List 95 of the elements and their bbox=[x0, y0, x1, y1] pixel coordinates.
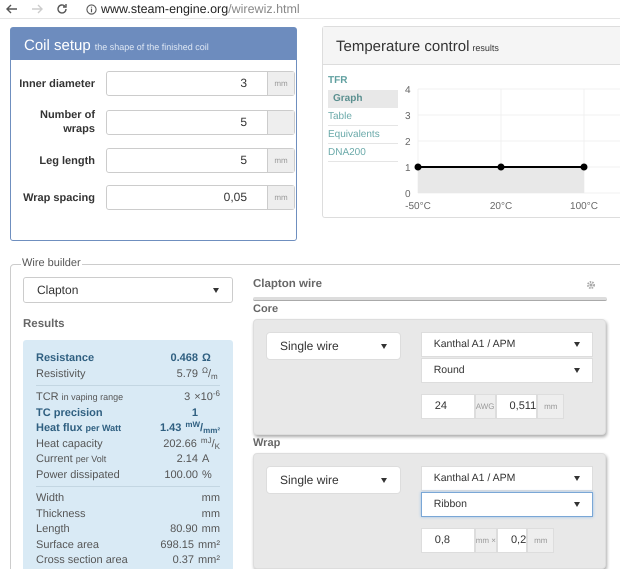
profile-select[interactable]: Ribbon bbox=[420, 492, 593, 517]
caret-icon bbox=[574, 476, 580, 481]
unit-label: mm bbox=[267, 149, 294, 172]
caret-icon bbox=[574, 502, 580, 507]
result-unit: $^{Ω}$/$_{m}$ bbox=[202, 366, 218, 382]
caret-icon bbox=[380, 478, 387, 482]
unit-label: mm bbox=[267, 72, 294, 95]
field-label: Inner diameter bbox=[18, 76, 95, 90]
result-value: 1 bbox=[190, 406, 198, 421]
result-value: 100.00 bbox=[163, 468, 198, 483]
info-icon[interactable] bbox=[86, 4, 97, 14]
axis-label: -50°C bbox=[405, 201, 431, 212]
result-note: per Watt bbox=[85, 422, 122, 436]
result-label: Thickness bbox=[36, 506, 86, 522]
result-label: TCR bbox=[36, 390, 59, 406]
caret-icon bbox=[574, 342, 580, 347]
data-point bbox=[414, 164, 422, 170]
address-field[interactable]: www.steam-engine.org/wirewiz.html bbox=[101, 0, 300, 18]
result-unit: mm bbox=[202, 506, 220, 522]
field-label: Leg length bbox=[38, 154, 95, 168]
data-point bbox=[498, 164, 504, 170]
result-unit: % bbox=[202, 468, 212, 483]
field-label: Wrap spacing bbox=[22, 190, 95, 204]
field-label: Number of wraps bbox=[39, 108, 95, 136]
axis-label: 0 bbox=[405, 189, 411, 200]
results-heading: Results bbox=[23, 317, 66, 332]
result-value: 698.15 bbox=[159, 538, 194, 553]
section-title: Wrap bbox=[253, 436, 282, 449]
wire-type-select[interactable]: Clapton bbox=[23, 277, 233, 304]
result-value: 202.66 bbox=[162, 436, 197, 452]
result-label: Width bbox=[36, 491, 64, 506]
construction-select[interactable]: Single wire bbox=[266, 466, 401, 494]
back-icon[interactable] bbox=[6, 4, 18, 14]
result-value: 1.43 bbox=[158, 421, 182, 436]
construction-select[interactable]: Single wire bbox=[266, 332, 401, 360]
dimension-field[interactable]: 0,8 bbox=[420, 528, 475, 553]
result-label: Heat capacity bbox=[36, 436, 103, 452]
result-value: 0.468 bbox=[169, 351, 198, 366]
result-unit: A bbox=[202, 452, 210, 468]
result-value: 5.79 bbox=[176, 366, 198, 382]
editor-title: Clapton wire bbox=[253, 277, 322, 292]
number-field[interactable]: 0,05 mm bbox=[106, 185, 295, 210]
result-label: Cross section area bbox=[36, 553, 128, 568]
result-unit: ×10$^{-6}$ bbox=[194, 389, 220, 406]
result-unit: mm bbox=[202, 491, 220, 506]
result-value: 3 bbox=[183, 390, 190, 406]
result-label: TC precision bbox=[36, 406, 103, 421]
section-title: Core bbox=[253, 302, 280, 315]
number-field[interactable]: 3 mm bbox=[106, 71, 295, 96]
result-label: Resistance bbox=[36, 351, 94, 366]
profile-select[interactable]: Round bbox=[420, 358, 593, 383]
result-value: 80.90 bbox=[169, 522, 198, 538]
unit-label: AWG bbox=[474, 394, 496, 419]
result-label: Length bbox=[36, 522, 70, 538]
result-note: in vaping range bbox=[62, 391, 124, 404]
panel-title: Temperature control bbox=[336, 37, 470, 57]
dimension-field[interactable]: 0,2 bbox=[496, 528, 528, 553]
result-unit: mm bbox=[202, 522, 220, 538]
material-select[interactable]: Kanthal A1 / APM bbox=[420, 466, 593, 491]
result-unit: $^{mW}$/$_{mm²}$ bbox=[185, 420, 220, 437]
axis-label: 3 bbox=[405, 111, 411, 122]
result-unit: mm² bbox=[198, 538, 220, 553]
number-field[interactable]: 5 mm bbox=[106, 148, 295, 173]
result-label: Resistivity bbox=[36, 366, 86, 382]
reload-icon[interactable] bbox=[56, 3, 68, 15]
axis-label: 1 bbox=[405, 163, 411, 174]
result-label: Heat flux bbox=[36, 421, 82, 436]
dimension-field[interactable]: 24 bbox=[420, 394, 475, 419]
unit-label: mm bbox=[267, 186, 294, 209]
caret-icon bbox=[213, 288, 219, 293]
panel-subtitle: the shape of the finished coil bbox=[94, 41, 209, 54]
data-point bbox=[580, 164, 588, 170]
unit-label: mm × bbox=[474, 528, 497, 553]
axis-label: 100°C bbox=[570, 201, 598, 212]
axis-label: 20°C bbox=[490, 201, 512, 212]
unit-label: mm bbox=[537, 394, 564, 419]
result-unit: Ω bbox=[202, 351, 211, 366]
result-unit: $^{mJ}$/$_{K}$ bbox=[200, 436, 220, 452]
dimension-field[interactable]: 0,511 bbox=[496, 394, 538, 419]
material-select[interactable]: Kanthal A1 / APM bbox=[420, 332, 593, 357]
caret-icon bbox=[380, 344, 387, 348]
caret-icon bbox=[574, 368, 580, 373]
result-unit: mm² bbox=[198, 553, 220, 568]
result-label: Surface area bbox=[36, 538, 99, 553]
panel-subtitle: results bbox=[472, 42, 499, 55]
result-label: Power dissipated bbox=[36, 468, 120, 483]
result-value: 2.14 bbox=[176, 452, 198, 468]
result-value: 0.37 bbox=[172, 553, 194, 568]
panel-title: Coil setup bbox=[24, 36, 91, 56]
result-label: Current bbox=[36, 452, 73, 468]
axis-label: 2 bbox=[405, 137, 411, 148]
unit-label: mm bbox=[527, 528, 554, 553]
axis-label: 4 bbox=[405, 85, 411, 96]
number-field[interactable]: 5 bbox=[106, 110, 295, 134]
result-note: per Volt bbox=[76, 453, 106, 466]
